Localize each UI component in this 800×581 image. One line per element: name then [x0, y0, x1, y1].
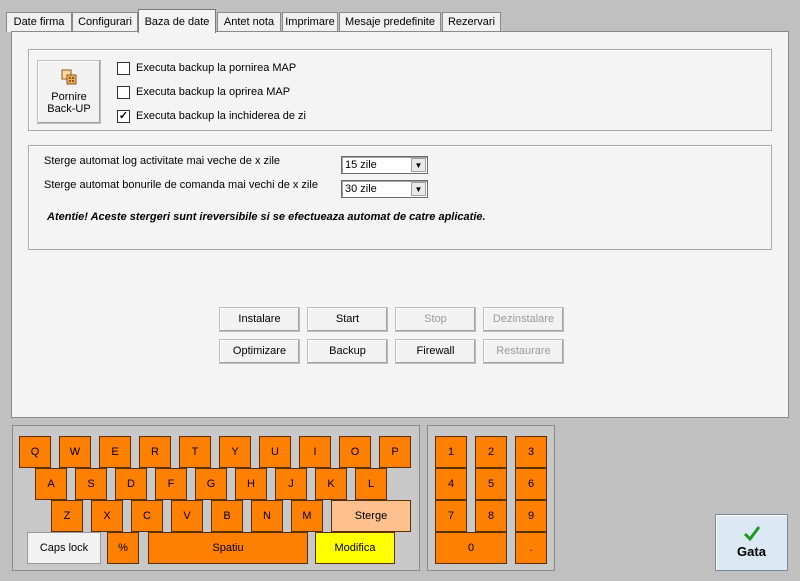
numpad-key-1[interactable]: 1: [435, 436, 467, 468]
key-u[interactable]: U: [259, 436, 291, 468]
numpad: 1 2 3 4 5 6 7 8 9 0 .: [427, 425, 555, 571]
key-m[interactable]: M: [291, 500, 323, 532]
orders-retention-label: Sterge automat bonurile de comanda mai v…: [44, 179, 318, 191]
optimize-button[interactable]: Optimizare: [219, 339, 300, 364]
backup-group: Pornire Back-UP Executa backup la pornir…: [28, 49, 772, 131]
key-d[interactable]: D: [115, 468, 147, 500]
key-j[interactable]: J: [275, 468, 307, 500]
numpad-key-7[interactable]: 7: [435, 500, 467, 532]
key-percent[interactable]: %: [107, 532, 139, 564]
check-backup-stop-label: Executa backup la oprirea MAP: [136, 86, 291, 98]
firewall-button[interactable]: Firewall: [395, 339, 476, 364]
key-e[interactable]: E: [99, 436, 131, 468]
check-backup-stop-row[interactable]: Executa backup la oprirea MAP: [117, 84, 290, 100]
key-o[interactable]: O: [339, 436, 371, 468]
key-k[interactable]: K: [315, 468, 347, 500]
caps-lock-key[interactable]: Caps lock: [27, 532, 101, 564]
check-backup-start-label: Executa backup la pornirea MAP: [136, 62, 297, 74]
key-w[interactable]: W: [59, 436, 91, 468]
start-button[interactable]: Start: [307, 307, 388, 332]
check-backup-close-day-row[interactable]: ✓ Executa backup la inchiderea de zi: [117, 108, 306, 124]
chevron-down-icon[interactable]: ▼: [411, 182, 426, 196]
backup-button[interactable]: Backup: [307, 339, 388, 364]
tab-date-firma[interactable]: Date firma: [6, 12, 72, 32]
key-l[interactable]: L: [355, 468, 387, 500]
onscreen-keyboard: Q W E R T Y U I O P A S D F G H J K L Z …: [12, 425, 420, 571]
checkmark-icon: [743, 526, 760, 542]
log-retention-select[interactable]: 15 zile ▼: [341, 156, 428, 174]
irreversible-warning: Atentie! Aceste stergeri sunt ireversibi…: [47, 211, 486, 223]
numpad-key-5[interactable]: 5: [475, 468, 507, 500]
cleanup-group: Sterge automat log activitate mai veche …: [28, 145, 772, 250]
key-z[interactable]: Z: [51, 500, 83, 532]
erase-key[interactable]: Sterge: [331, 500, 411, 532]
start-backup-label-2: Back-UP: [47, 103, 91, 115]
key-s[interactable]: S: [75, 468, 107, 500]
check-backup-close-day-checkbox[interactable]: ✓: [117, 109, 130, 123]
modify-key[interactable]: Modifica: [315, 532, 395, 564]
key-a[interactable]: A: [35, 468, 67, 500]
numpad-key-3[interactable]: 3: [515, 436, 547, 468]
key-c[interactable]: C: [131, 500, 163, 532]
key-x[interactable]: X: [91, 500, 123, 532]
numpad-key-dot[interactable]: .: [515, 532, 547, 564]
chevron-down-icon[interactable]: ▼: [411, 158, 426, 172]
key-q[interactable]: Q: [19, 436, 51, 468]
start-backup-label-1: Pornire: [51, 91, 87, 103]
numpad-key-6[interactable]: 6: [515, 468, 547, 500]
numpad-key-4[interactable]: 4: [435, 468, 467, 500]
tab-imprimare[interactable]: Imprimare: [282, 12, 338, 32]
tab-configurari[interactable]: Configurari: [72, 12, 138, 32]
numpad-key-2[interactable]: 2: [475, 436, 507, 468]
check-backup-start-checkbox[interactable]: [117, 61, 130, 75]
install-button[interactable]: Instalare: [219, 307, 300, 332]
numpad-key-0[interactable]: 0: [435, 532, 507, 564]
key-v[interactable]: V: [171, 500, 203, 532]
restore-button[interactable]: Restaurare: [483, 339, 564, 364]
database-backup-icon: [61, 69, 77, 85]
log-retention-label: Sterge automat log activitate mai veche …: [44, 155, 281, 167]
tab-panel-baza-de-date: Pornire Back-UP Executa backup la pornir…: [11, 31, 789, 418]
tab-rezervari[interactable]: Rezervari: [442, 12, 501, 32]
tab-antet-nota[interactable]: Antet nota: [217, 12, 281, 32]
key-y[interactable]: Y: [219, 436, 251, 468]
uninstall-button[interactable]: Dezinstalare: [483, 307, 564, 332]
orders-retention-select[interactable]: 30 zile ▼: [341, 180, 428, 198]
key-p[interactable]: P: [379, 436, 411, 468]
key-n[interactable]: N: [251, 500, 283, 532]
key-f[interactable]: F: [155, 468, 187, 500]
space-key[interactable]: Spatiu: [148, 532, 308, 564]
tab-baza-de-date[interactable]: Baza de date: [138, 9, 216, 33]
check-backup-close-day-label: Executa backup la inchiderea de zi: [136, 110, 306, 122]
log-retention-value: 15 zile: [345, 159, 377, 171]
done-label: Gata: [737, 544, 766, 559]
numpad-key-9[interactable]: 9: [515, 500, 547, 532]
numpad-key-8[interactable]: 8: [475, 500, 507, 532]
key-i[interactable]: I: [299, 436, 331, 468]
key-g[interactable]: G: [195, 468, 227, 500]
check-backup-stop-checkbox[interactable]: [117, 85, 130, 99]
tab-mesaje-predefinite[interactable]: Mesaje predefinite: [339, 12, 441, 32]
key-b[interactable]: B: [211, 500, 243, 532]
key-r[interactable]: R: [139, 436, 171, 468]
stop-button[interactable]: Stop: [395, 307, 476, 332]
check-backup-start-row[interactable]: Executa backup la pornirea MAP: [117, 60, 296, 76]
done-button[interactable]: Gata: [715, 514, 788, 571]
orders-retention-value: 30 zile: [345, 183, 377, 195]
key-h[interactable]: H: [235, 468, 267, 500]
key-t[interactable]: T: [179, 436, 211, 468]
start-backup-button[interactable]: Pornire Back-UP: [37, 60, 101, 124]
